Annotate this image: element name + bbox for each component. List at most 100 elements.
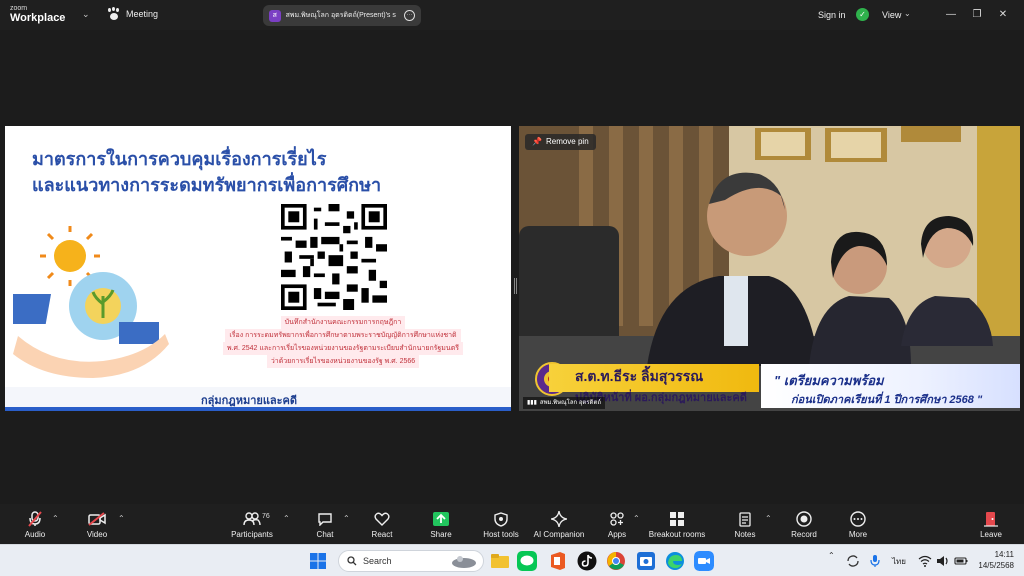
more-icon [846, 511, 870, 527]
camera-app-icon[interactable] [636, 551, 656, 571]
wifi-icon[interactable] [918, 554, 932, 568]
zoom-workplace-logo[interactable]: zoom Workplace [10, 5, 65, 24]
meeting-label: Meeting [126, 9, 159, 19]
leave-button[interactable]: Leave [978, 511, 1004, 539]
show-hidden-icons-chevron[interactable]: ⌃ [828, 551, 835, 560]
breakout-grid-icon [646, 511, 708, 527]
slide-title-line-2: และแนวทางการระดมทรัพยากรเพื่อการศึกษา [32, 175, 382, 195]
sharing-label: สพม.พิษณุโลก อุตรดิตถ์(Present)'s s [285, 12, 396, 19]
audio-button[interactable]: Audio [22, 511, 48, 539]
host-tools-label: Host tools [483, 530, 519, 539]
clock-time: 14:11 [994, 550, 1014, 559]
heart-icon [368, 511, 396, 527]
security-shield-icon[interactable]: ✓ [856, 8, 869, 21]
input-language[interactable]: ไทย [892, 555, 906, 568]
volume-icon[interactable] [936, 554, 950, 568]
record-button[interactable]: Record [790, 511, 818, 539]
more-options-icon[interactable]: ··· [404, 10, 415, 21]
slide-title: มาตรการในการควบคุมเรื่องการเรี่ยไร และแน… [32, 146, 432, 198]
sync-icon[interactable] [846, 554, 860, 568]
view-chevron-icon[interactable]: ⌄ [904, 9, 911, 18]
leave-label: Leave [980, 530, 1002, 539]
chat-options-chevron-icon[interactable]: ⌃ [343, 514, 350, 523]
search-placeholder: Search [363, 556, 392, 566]
caption-line-1: " เตรียมความพร้อม [774, 373, 884, 388]
zoom-app-icon[interactable] [694, 551, 714, 571]
slide-note-line-2: เรื่อง การระดมทรัพยากรเพื่อการศึกษาตามพร… [225, 329, 461, 342]
tiktok-icon[interactable] [577, 551, 597, 571]
breakout-rooms-button[interactable]: Breakout rooms [646, 511, 708, 539]
edge-icon[interactable] [665, 551, 685, 571]
view-button[interactable]: View [882, 10, 901, 20]
slide-title-line-1: มาตรการในการควบคุมเรื่องการเรี่ยไร [32, 149, 327, 169]
zoom-window: zoom Workplace ⌄ Meeting ส สพม.พิษณุโลก … [0, 0, 1024, 576]
split-resize-handle[interactable] [514, 278, 517, 294]
chrome-icon[interactable] [606, 551, 626, 571]
meeting-toolbar: Audio ⌃ Video ⌃ Participants 76 ⌃ Chat ⌃ [0, 504, 1024, 544]
restore-icon[interactable]: ❐ [970, 8, 984, 22]
notes-button[interactable]: Notes [732, 511, 758, 539]
qr-code[interactable] [281, 204, 387, 310]
taskbar-search-box[interactable]: Search [338, 550, 484, 572]
apps-button[interactable]: Apps [604, 511, 630, 539]
apps-label: Apps [607, 530, 627, 539]
sharing-indicator[interactable]: ส สพม.พิษณุโลก อุตรดิตถ์(Present)'s s ··… [263, 5, 421, 26]
brand-small: zoom [10, 5, 28, 12]
search-icon [347, 556, 357, 566]
audio-options-chevron-icon[interactable]: ⌃ [52, 514, 59, 523]
sign-in-button[interactable]: Sign in [818, 10, 846, 20]
sparkle-icon [532, 511, 586, 527]
record-label: Record [791, 530, 817, 539]
react-label: React [371, 530, 393, 539]
notes-options-chevron-icon[interactable]: ⌃ [765, 514, 772, 523]
remove-pin-button[interactable]: 📌 Remove pin [525, 134, 596, 150]
speaker-name: ส.ต.ท.ธีระ ลิ้มสุวรรณ [575, 368, 704, 384]
slide-note: บันทึกสำนักงานคณะกรรมการกฤษฎีกา เรื่อง ก… [197, 316, 489, 368]
title-bar: zoom Workplace ⌄ Meeting ส สพม.พิษณุโลก … [0, 0, 1024, 30]
notes-label: Notes [734, 530, 756, 539]
minimize-icon[interactable]: — [944, 8, 958, 22]
slide-footer: กลุ่มกฎหมายและคดี [5, 387, 511, 411]
start-windows-icon[interactable] [308, 551, 328, 571]
pinned-video[interactable]: 📌 Remove pin ส.ต.ท.ธีระ ลิ้มสุวรรณ ปฏิบั… [519, 126, 1020, 411]
apps-options-chevron-icon[interactable]: ⌃ [633, 514, 640, 523]
chevron-down-icon[interactable]: ⌄ [82, 9, 90, 20]
office-app-icon[interactable] [548, 551, 568, 571]
more-button[interactable]: More [846, 511, 870, 539]
paw-icon [108, 8, 120, 20]
muted-mic-icon [22, 511, 48, 527]
ai-companion-label: AI Companion [533, 530, 585, 539]
video-options-chevron-icon[interactable]: ⌃ [118, 514, 125, 523]
line-app-icon[interactable] [517, 551, 537, 571]
presenter-avatar: ส [269, 9, 281, 22]
apps-icon [604, 511, 630, 527]
chat-button[interactable]: Chat [313, 511, 337, 539]
share-button[interactable]: Share [428, 511, 454, 539]
ai-companion-button[interactable]: AI Companion [532, 511, 586, 539]
shared-screen[interactable]: มาตรการในการควบคุมเรื่องการเรี่ยไร และแน… [5, 126, 511, 411]
chat-label: Chat [316, 530, 334, 539]
windows-taskbar: Search ⌃ ไทย 14:11 14/5/2568 [0, 544, 1024, 576]
host-tools-button[interactable]: Host tools [481, 511, 521, 539]
remove-pin-label: Remove pin [545, 137, 589, 146]
battery-icon[interactable] [954, 554, 968, 568]
slide-note-line-1: บันทึกสำนักงานคณะกรรมการกฤษฎีกา [280, 316, 406, 329]
clock-date: 14/5/2568 [978, 561, 1014, 570]
brand-main: Workplace [10, 12, 66, 24]
participant-name: สพม.พิษณุโลก อุตรดิตถ์ [539, 400, 601, 406]
signal-bars-icon: ▮▮▮ [527, 400, 537, 406]
close-icon[interactable]: ✕ [996, 8, 1010, 22]
participants-options-chevron-icon[interactable]: ⌃ [283, 514, 290, 523]
video-button[interactable]: Video [84, 511, 110, 539]
video-label: Video [86, 530, 108, 539]
file-explorer-icon[interactable] [490, 551, 510, 571]
slide-note-line-4: ว่าด้วยการเรี่ยไรของหน่วยงานของรัฐ พ.ศ. … [266, 355, 420, 368]
meeting-menu[interactable]: Meeting [108, 8, 158, 20]
participants-count: 76 [262, 513, 270, 520]
react-button[interactable]: React [368, 511, 396, 539]
participant-name-tag: ▮▮▮ สพม.พิษณุโลก อุตรดิตถ์ [523, 397, 605, 409]
share-screen-icon [428, 511, 454, 527]
leave-door-icon [978, 511, 1004, 527]
taskbar-clock[interactable]: 14:11 14/5/2568 [974, 549, 1014, 571]
microphone-tray-icon[interactable] [868, 554, 882, 568]
